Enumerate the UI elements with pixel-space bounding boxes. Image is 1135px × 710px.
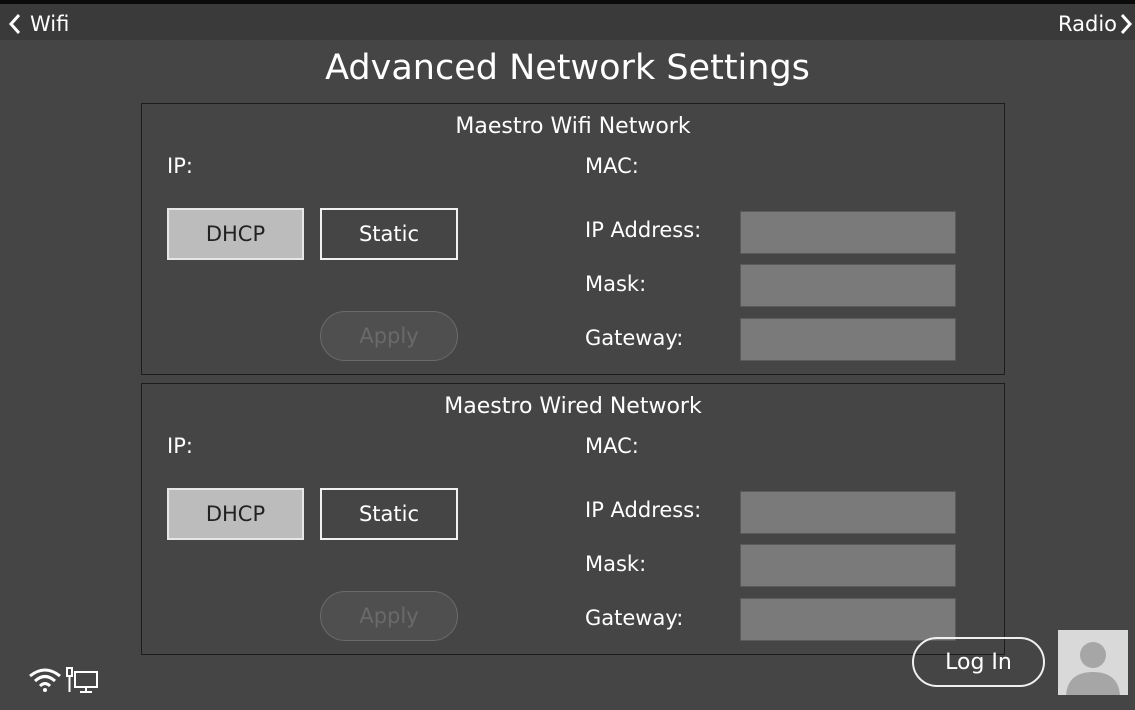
ethernet-monitor-icon [66,667,98,693]
mask-label: Mask: [585,552,647,576]
dhcp-button[interactable]: DHCP [167,208,304,260]
mask-field[interactable] [740,544,956,587]
chevron-right-icon [1120,14,1133,34]
dhcp-button[interactable]: DHCP [167,488,304,540]
gateway-field[interactable] [740,318,956,361]
apply-button[interactable]: Apply [320,311,458,361]
user-avatar-icon[interactable] [1058,630,1128,695]
ip-label: IP: [167,154,193,178]
gateway-label: Gateway: [585,606,684,630]
mac-label: MAC: [585,154,639,178]
mask-label: Mask: [585,272,647,296]
mask-field[interactable] [740,264,956,307]
static-button[interactable]: Static [320,488,458,540]
apply-button[interactable]: Apply [320,591,458,641]
chevron-left-icon [8,14,21,34]
ip-address-label: IP Address: [585,218,702,242]
ip-label: IP: [167,434,193,458]
back-label: Wifi [30,12,70,36]
panel-title: Maestro Wired Network [444,394,702,419]
ip-address-field[interactable] [740,491,956,534]
connection-status [28,666,100,694]
next-label: Radio [1057,12,1117,36]
wifi-icon [29,668,61,692]
panel-title: Maestro Wifi Network [455,114,691,139]
mac-label: MAC: [585,434,639,458]
next-radio-button[interactable]: Radio [1058,12,1133,36]
ip-address-field[interactable] [740,211,956,254]
page-title: Advanced Network Settings [325,48,810,88]
gateway-label: Gateway: [585,326,684,350]
wifi-network-panel: Maestro Wifi Network IP: MAC: DHCP Stati… [141,103,1005,375]
top-bar: Wifi Radio [0,0,1135,40]
static-button[interactable]: Static [320,208,458,260]
wired-network-panel: Maestro Wired Network IP: MAC: DHCP Stat… [141,383,1005,655]
back-wifi-button[interactable]: Wifi [8,12,69,36]
ip-address-label: IP Address: [585,498,702,522]
login-button[interactable]: Log In [912,637,1045,687]
gateway-field[interactable] [740,598,956,641]
